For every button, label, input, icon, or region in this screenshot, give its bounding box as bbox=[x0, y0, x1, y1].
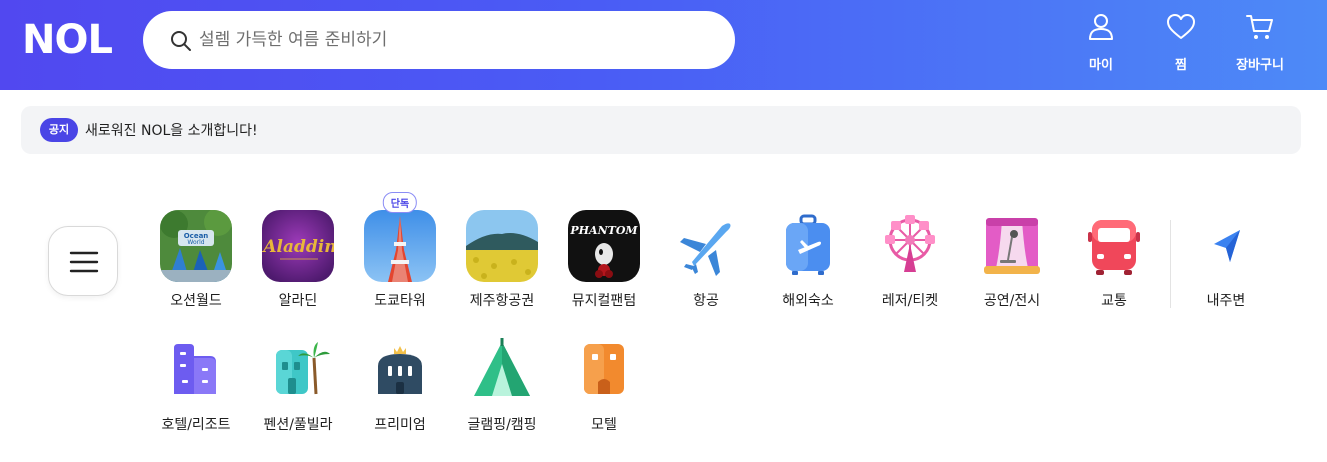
nol-logo[interactable]: NOL bbox=[22, 20, 113, 60]
category-flight[interactable]: 항공 bbox=[656, 210, 756, 310]
category-transport[interactable]: 교통 bbox=[1064, 210, 1164, 310]
category-label: 공연/전시 bbox=[983, 293, 1041, 309]
nav-my[interactable]: 마이 bbox=[1066, 12, 1136, 73]
premium-icon bbox=[364, 334, 436, 406]
category-label: 알라딘 bbox=[278, 293, 318, 309]
category-aladdin[interactable]: Aladdin 알라딘 bbox=[248, 210, 348, 310]
category-glamping-camping[interactable]: 글램핑/캠핑 bbox=[452, 334, 552, 434]
svg-text:World: World bbox=[187, 239, 204, 246]
nav-my-label: 마이 bbox=[1089, 58, 1113, 73]
exclusive-badge: 단독 bbox=[382, 192, 418, 213]
search-icon bbox=[171, 31, 191, 51]
notice-banner[interactable]: 공지 새로워진 NOL을 소개합니다! bbox=[21, 106, 1301, 154]
search-bar[interactable] bbox=[143, 11, 735, 69]
category-label: 교통 bbox=[1101, 293, 1127, 309]
nav-cart-label: 장바구니 bbox=[1236, 58, 1284, 73]
notice-text[interactable]: 새로워진 NOL을 소개합니다! bbox=[85, 120, 258, 140]
menu-button[interactable] bbox=[48, 226, 118, 296]
category-overseas-stay[interactable]: 해외숙소 bbox=[758, 210, 858, 310]
bus-icon bbox=[1078, 210, 1150, 282]
category-pension-poolvilla[interactable]: 펜션/풀빌라 bbox=[248, 334, 348, 434]
category-label: 해외숙소 bbox=[782, 293, 834, 309]
category-label: 글램핑/캠핑 bbox=[467, 417, 537, 433]
svg-text:PHANTOM: PHANTOM bbox=[569, 224, 638, 237]
category-hotel-resort[interactable]: 호텔/리조트 bbox=[146, 334, 246, 434]
airplane-icon bbox=[670, 210, 742, 282]
category-label: 프리미엄 bbox=[374, 417, 426, 433]
category-label: 펜션/풀빌라 bbox=[263, 417, 333, 433]
category-label: 뮤지컬팬텀 bbox=[571, 293, 637, 309]
tent-icon bbox=[466, 334, 538, 406]
category-label: 도쿄타워 bbox=[374, 293, 426, 309]
category-label: 제주항공권 bbox=[469, 293, 535, 309]
user-icon bbox=[1089, 14, 1113, 40]
top-header: NOL 마이 찜 장바구니 bbox=[0, 0, 1327, 90]
stage-icon bbox=[976, 210, 1048, 282]
search-input[interactable] bbox=[199, 25, 699, 55]
nav-wishlist[interactable]: 찜 bbox=[1146, 12, 1216, 73]
nav-cart[interactable]: 장바구니 bbox=[1225, 12, 1295, 73]
category-jeju-flight[interactable]: 제주항공권 bbox=[452, 210, 552, 310]
ferris-wheel-icon bbox=[874, 210, 946, 282]
notice-badge: 공지 bbox=[40, 118, 78, 142]
category-label: 레저/티켓 bbox=[881, 293, 939, 309]
category-performance-exhibition[interactable]: 공연/전시 bbox=[962, 210, 1062, 310]
cart-icon bbox=[1246, 15, 1273, 39]
category-label: 오션월드 bbox=[170, 293, 222, 309]
category-tokyo-tower[interactable]: 단독 도쿄타워 bbox=[350, 192, 450, 310]
location-arrow-icon bbox=[1190, 210, 1262, 282]
category-premium[interactable]: 프리미엄 bbox=[350, 334, 450, 434]
category-label: 모텔 bbox=[591, 417, 617, 433]
category-divider bbox=[1170, 220, 1171, 308]
category-label: 내주변 bbox=[1206, 293, 1246, 309]
category-motel[interactable]: 모텔 bbox=[554, 334, 654, 434]
svg-text:Aladdin: Aladdin bbox=[262, 237, 334, 257]
phantom-thumbnail: PHANTOM bbox=[568, 210, 640, 282]
category-label: 호텔/리조트 bbox=[161, 417, 231, 433]
nav-wishlist-label: 찜 bbox=[1175, 58, 1187, 73]
motel-icon bbox=[568, 334, 640, 406]
category-label: 항공 bbox=[693, 293, 719, 309]
suitcase-icon bbox=[772, 210, 844, 282]
category-phantom[interactable]: PHANTOM 뮤지컬팬텀 bbox=[554, 210, 654, 310]
ocean-world-thumbnail: Ocean World bbox=[160, 210, 232, 282]
category-ocean-world[interactable]: Ocean World 오션월드 bbox=[146, 210, 246, 310]
aladdin-thumbnail: Aladdin bbox=[262, 210, 334, 282]
hamburger-icon bbox=[69, 251, 99, 273]
pension-icon bbox=[262, 334, 334, 406]
category-leisure-ticket[interactable]: 레저/티켓 bbox=[860, 210, 960, 310]
heart-icon bbox=[1167, 14, 1195, 39]
category-nearby[interactable]: 내주변 bbox=[1176, 210, 1276, 310]
hotel-icon bbox=[160, 334, 232, 406]
jeju-thumbnail bbox=[466, 210, 538, 282]
tokyo-tower-thumbnail bbox=[364, 210, 436, 282]
